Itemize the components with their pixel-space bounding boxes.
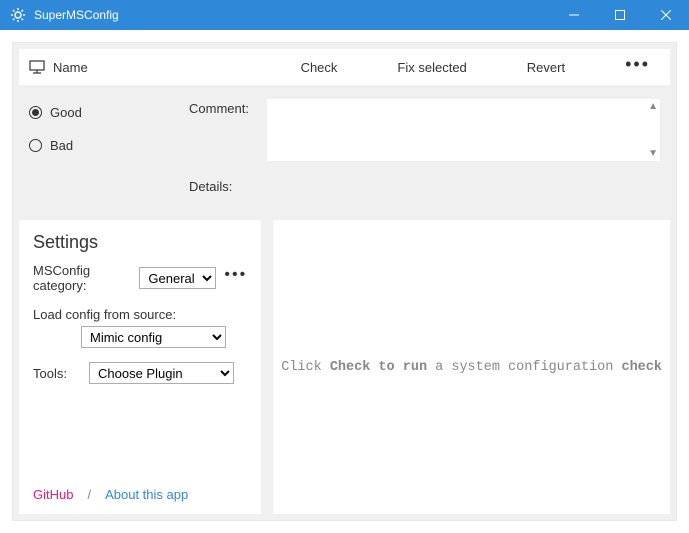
tools-label: Tools:: [33, 366, 81, 381]
load-config-select[interactable]: Mimic config: [81, 326, 226, 348]
comment-textarea[interactable]: ▲ ▼: [267, 99, 660, 161]
status-radio-group: Good Bad: [29, 99, 179, 194]
github-link[interactable]: GitHub: [33, 487, 73, 502]
titlebar: SuperMSConfig: [0, 0, 689, 30]
maximize-button[interactable]: [597, 0, 643, 30]
settings-title: Settings: [33, 232, 247, 253]
minimize-button[interactable]: [551, 0, 597, 30]
details-label: Details:: [189, 177, 259, 194]
settings-more-button[interactable]: •••: [224, 267, 247, 289]
scroll-down-icon[interactable]: ▼: [648, 148, 658, 159]
header-more-button[interactable]: •••: [625, 55, 650, 79]
monitor-icon: [29, 60, 45, 74]
check-button[interactable]: Check: [301, 60, 338, 75]
output-panel: Click Check to run a system configuratio…: [273, 220, 670, 514]
radio-good-label: Good: [50, 105, 82, 120]
app-gear-icon: [10, 7, 26, 23]
link-separator: /: [87, 487, 91, 502]
category-label: MSConfig category:: [33, 263, 131, 293]
tools-select[interactable]: Choose Plugin: [89, 362, 234, 384]
radio-bad-label: Bad: [50, 138, 73, 153]
settings-card: Settings MSConfig category: General ••• …: [19, 220, 261, 514]
comment-label: Comment:: [189, 99, 259, 116]
radio-dot-empty-icon: [29, 139, 42, 152]
radio-bad[interactable]: Bad: [29, 138, 179, 153]
window-title: SuperMSConfig: [34, 8, 551, 22]
footer-links: GitHub / About this app: [33, 467, 247, 502]
radio-good[interactable]: Good: [29, 105, 179, 120]
load-config-label: Load config from source:: [33, 307, 247, 322]
radio-dot-filled-icon: [29, 106, 42, 119]
revert-button[interactable]: Revert: [527, 60, 565, 75]
category-select[interactable]: General: [139, 267, 216, 289]
scroll-up-icon[interactable]: ▲: [648, 101, 658, 112]
fix-selected-button[interactable]: Fix selected: [397, 60, 466, 75]
about-link[interactable]: About this app: [105, 487, 188, 502]
name-column-header: Name: [53, 60, 88, 75]
output-hint-text: Click Check to run a system configuratio…: [281, 360, 662, 375]
close-button[interactable]: [643, 0, 689, 30]
header-bar: Name Check Fix selected Revert •••: [19, 49, 670, 85]
